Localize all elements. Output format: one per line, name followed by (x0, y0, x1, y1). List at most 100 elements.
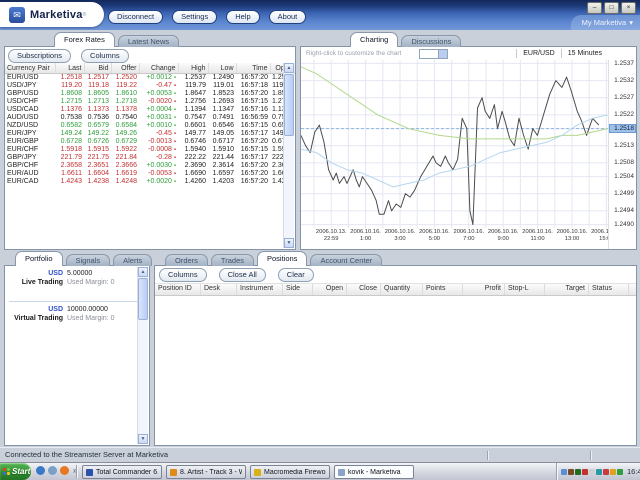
about-button[interactable]: About (269, 10, 307, 24)
scroll-thumb[interactable] (284, 74, 294, 136)
chart-template-dropdown[interactable] (419, 49, 448, 59)
tab-charting[interactable]: Charting (350, 32, 398, 47)
task-button-8-artist-track-3-winamp[interactable]: 8. Artist - Track 3 - Winamp (166, 465, 246, 479)
close-button[interactable]: × (621, 2, 636, 14)
table-row[interactable]: GBP/USD1.86081.86051.8610+0.0053 ▪1.8647… (5, 90, 295, 98)
browser-icon[interactable] (48, 466, 57, 475)
connection-status: Connected to the Streamster Server at Ma… (5, 450, 168, 459)
col-header-high[interactable]: High (178, 63, 208, 74)
col-header-desk[interactable]: Desk (201, 284, 237, 295)
help-button[interactable]: Help (226, 10, 259, 24)
rates-scrollbar[interactable]: ▲▼ (283, 63, 294, 248)
firefox-icon[interactable] (60, 466, 69, 475)
tab-positions[interactable]: Positions (257, 251, 307, 266)
columns-button[interactable]: Columns (159, 268, 207, 282)
restore-button[interactable]: □ (604, 2, 619, 14)
col-header-points[interactable]: Points (423, 284, 463, 295)
start-button[interactable]: Start (0, 463, 31, 480)
scroll-thumb[interactable] (138, 278, 148, 320)
bid-cell: 1.5915 (84, 146, 111, 154)
scroll-down-icon[interactable]: ▼ (138, 434, 148, 444)
table-row[interactable]: USD/CHF1.27151.27131.2718-0.0020 ▪1.2756… (5, 98, 295, 106)
settings-button[interactable]: Settings (172, 10, 217, 24)
col-header-currency-pair[interactable]: Currency Pair (5, 63, 55, 74)
bid-cell: 1.1373 (84, 106, 111, 114)
col-header-quantity[interactable]: Quantity (381, 284, 423, 295)
col-header-instrument[interactable]: Instrument (237, 284, 283, 295)
last-cell: 1.5918 (55, 146, 84, 154)
col-header-position-id[interactable]: Position ID (155, 284, 201, 295)
col-header-open[interactable]: Open (313, 284, 347, 295)
col-header-side[interactable]: Side (283, 284, 313, 295)
taskbar-clock[interactable]: 16:41 (627, 467, 640, 476)
change-cell: -0.47 ▪ (139, 82, 178, 90)
change-value: -0.45 (156, 130, 172, 137)
scroll-up-icon[interactable]: ▲ (138, 267, 148, 277)
col-header-close[interactable]: Close (347, 284, 381, 295)
table-row[interactable]: USD/JPY119.20119.18119.22-0.47 ▪119.7911… (5, 82, 295, 90)
col-header-target[interactable]: Target (545, 284, 589, 295)
chart-info: EUR/USD 15 Minutes (516, 47, 608, 60)
tab-orders[interactable]: Orders (165, 254, 208, 266)
scroll-up-icon[interactable]: ▲ (284, 63, 294, 73)
time-cell: 16:57:15 (236, 146, 270, 154)
tab-alerts[interactable]: Alerts (113, 254, 152, 266)
portfolio-scrollbar[interactable]: ▲▼ (137, 267, 148, 444)
tray-icon-3[interactable] (575, 469, 581, 475)
table-row[interactable]: USD/CAD1.13761.13731.1378+0.0004 ▪1.1394… (5, 106, 295, 114)
task-button-kovik-marketiva[interactable]: kovik - Marketiva (334, 465, 414, 479)
high-cell: 1.2537 (178, 74, 208, 83)
tab-discussions[interactable]: Discussions (401, 35, 461, 47)
subscriptions-button[interactable]: Subscriptions (8, 49, 71, 63)
tray-icon-8[interactable] (610, 469, 616, 475)
tray-icon-2[interactable] (568, 469, 574, 475)
tray-icon-1[interactable] (561, 469, 567, 475)
tab-trades[interactable]: Trades (211, 254, 254, 266)
tray-icon-9[interactable] (617, 469, 623, 475)
col-header-time[interactable]: Time (236, 63, 270, 74)
col-header-change[interactable]: Change (139, 63, 178, 74)
col-header-low[interactable]: Low (208, 63, 236, 74)
close-all-button[interactable]: Close All (219, 268, 266, 282)
last-cell: 1.2518 (55, 74, 84, 83)
table-row[interactable]: EUR/AUD1.66111.66041.6619-0.0053 ▪1.6690… (5, 170, 295, 178)
task-button-macromedia-fireworks-8[interactable]: Macromedia Fireworks 8 (250, 465, 330, 479)
disconnect-button[interactable]: Disconnect (108, 10, 163, 24)
tab-forex-rates[interactable]: Forex Rates (54, 32, 115, 47)
tray-icon-6[interactable] (596, 469, 602, 475)
my-marketiva-menu[interactable]: My Marketiva ▾ (571, 15, 640, 30)
chart-tabstrip: ChartingDiscussions (350, 33, 464, 47)
col-header-status[interactable]: Status (589, 284, 629, 295)
col-header-last[interactable]: Last (55, 63, 84, 74)
col-header-profit[interactable]: Profit (463, 284, 505, 295)
dropdown-button-icon[interactable] (438, 50, 447, 58)
table-row[interactable]: AUD/USD0.75380.75360.7540+0.0031 ▪0.7547… (5, 114, 295, 122)
table-row[interactable]: GBP/CHF2.36582.36512.3666+0.0030 ▪2.3690… (5, 162, 295, 170)
col-header-stop-l[interactable]: Stop-L (505, 284, 545, 295)
columns-button[interactable]: Columns (81, 49, 129, 63)
table-row[interactable]: EUR/CHF1.59181.59151.5922-0.0008 ▪1.5940… (5, 146, 295, 154)
tray-icon-5[interactable] (589, 469, 595, 475)
scroll-down-icon[interactable]: ▼ (284, 238, 294, 248)
clear-button[interactable]: Clear (278, 268, 314, 282)
tab-latest-news[interactable]: Latest News (118, 35, 179, 47)
tray-icon-7[interactable] (603, 469, 609, 475)
table-row[interactable]: EUR/GBP0.67280.67260.6729-0.0013 ▪0.6746… (5, 138, 295, 146)
tab-portfolio[interactable]: Portfolio (15, 251, 63, 266)
col-header-bid[interactable]: Bid (84, 63, 111, 74)
price-chart[interactable] (301, 60, 608, 228)
tray-icon-4[interactable] (582, 469, 588, 475)
task-button-total-commander-6-53[interactable]: Total Commander 6.53 - ... (82, 465, 162, 479)
tab-signals[interactable]: Signals (66, 254, 111, 266)
table-row[interactable]: EUR/CAD1.42431.42381.4248+0.0020 ▪1.4260… (5, 178, 295, 186)
minimize-button[interactable]: – (587, 2, 602, 14)
col-header-offer[interactable]: Offer (111, 63, 139, 74)
table-row[interactable]: EUR/USD1.25181.25171.2520+0.0012 ▪1.2537… (5, 74, 295, 83)
table-row[interactable]: NZD/USD0.65820.65790.6584+0.0010 ▪0.6601… (5, 122, 295, 130)
last-cell: 1.1376 (55, 106, 84, 114)
x-axis-tick: 2006.10.13.22:59 (313, 229, 349, 243)
ie-icon[interactable] (36, 466, 45, 475)
table-row[interactable]: EUR/JPY149.24149.22149.26-0.45 ▪149.7714… (5, 130, 295, 138)
tab-account-center[interactable]: Account Center (310, 254, 382, 266)
table-row[interactable]: GBP/JPY221.79221.75221.84-0.28 ▪222.2222… (5, 154, 295, 162)
